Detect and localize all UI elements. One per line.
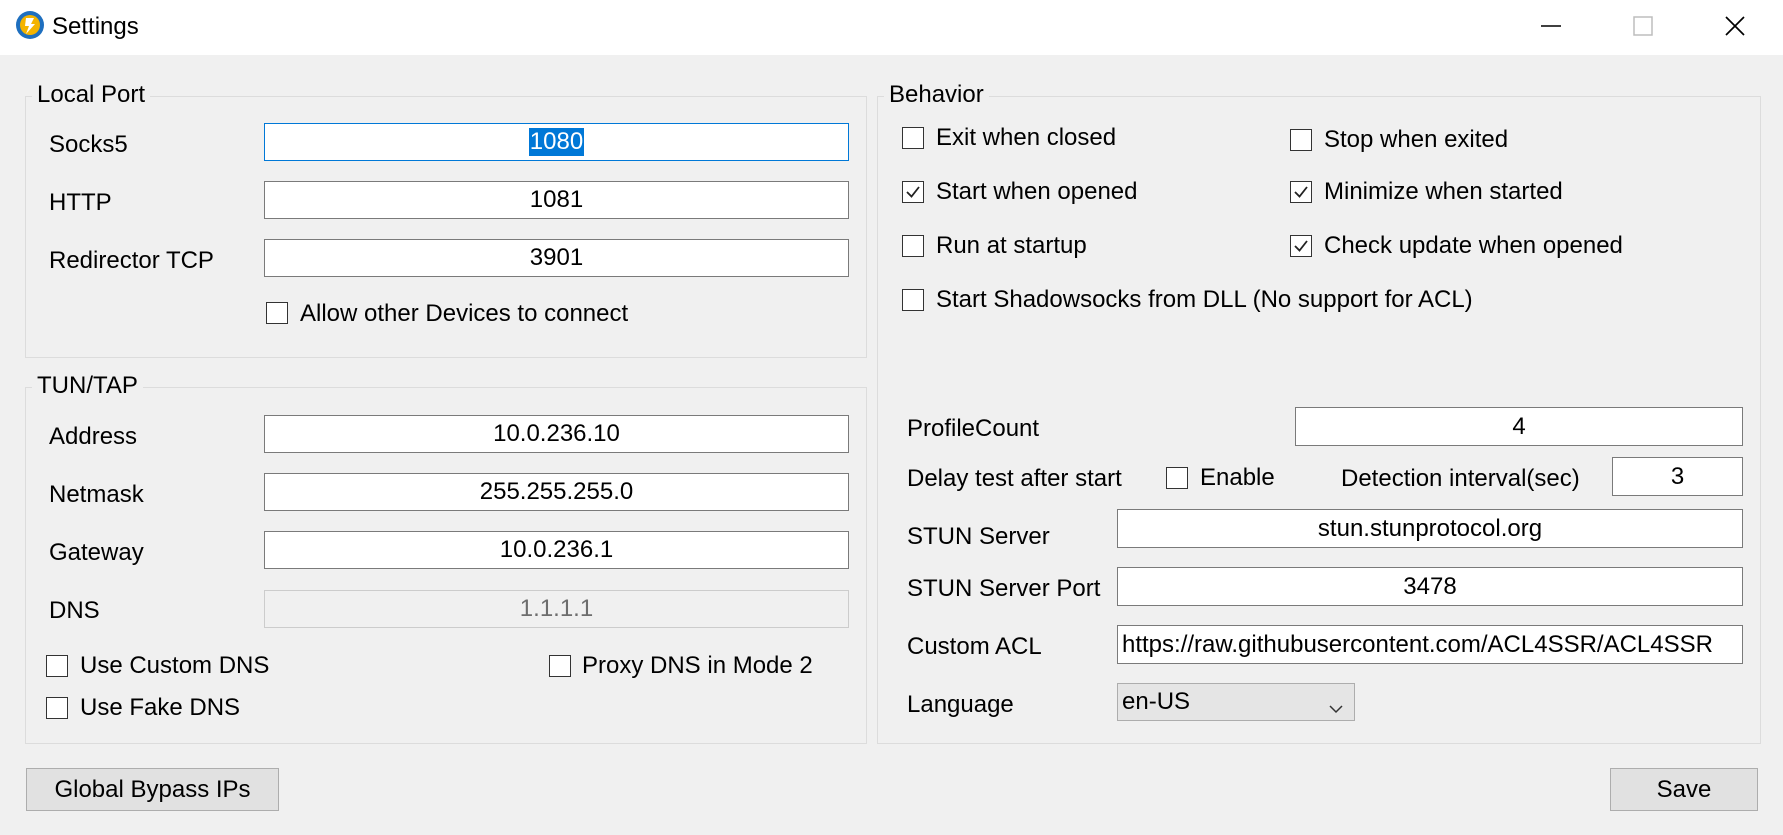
- language-select[interactable]: en-US: [1117, 683, 1355, 721]
- allow-devices-label: Allow other Devices to connect: [300, 300, 629, 327]
- run-at-startup-checkbox[interactable]: [902, 235, 924, 257]
- stun-server-input[interactable]: stun.stunprotocol.org: [1117, 509, 1743, 548]
- stop-when-exited-label: Stop when exited: [1324, 126, 1509, 153]
- redirector-tcp-input[interactable]: 3901: [264, 239, 849, 277]
- minimize-button[interactable]: [1505, 0, 1597, 52]
- check-update-label: Check update when opened: [1324, 232, 1623, 259]
- maximize-icon: [1633, 16, 1653, 36]
- minimize-when-started-checkbox[interactable]: [1290, 181, 1312, 203]
- netmask-label: Netmask: [49, 481, 144, 508]
- socks5-input[interactable]: 1080: [264, 123, 849, 161]
- delay-test-enable-label: Enable: [1200, 464, 1275, 491]
- gateway-input[interactable]: 10.0.236.1: [264, 531, 849, 569]
- global-bypass-ips-button[interactable]: Global Bypass IPs: [26, 768, 279, 811]
- use-fake-dns-checkbox[interactable]: [46, 697, 68, 719]
- detection-interval-input[interactable]: 3: [1612, 457, 1743, 496]
- delay-test-label: Delay test after start: [907, 465, 1122, 492]
- save-button[interactable]: Save: [1610, 768, 1758, 811]
- use-fake-dns-label: Use Fake DNS: [80, 694, 241, 721]
- redirector-tcp-label: Redirector TCP: [49, 247, 214, 274]
- address-input[interactable]: 10.0.236.10: [264, 415, 849, 453]
- behavior-legend: Behavior: [884, 80, 989, 110]
- run-at-startup-label: Run at startup: [936, 232, 1087, 259]
- start-from-dll-label: Start Shadowsocks from DLL (No support f…: [936, 286, 1473, 313]
- chevron-down-icon: [1328, 695, 1344, 723]
- local-port-legend: Local Port: [32, 80, 151, 110]
- profile-count-input[interactable]: 4: [1295, 407, 1743, 446]
- netmask-input[interactable]: 255.255.255.0: [264, 473, 849, 511]
- checkmark-icon: [1294, 240, 1308, 252]
- http-label: HTTP: [49, 189, 112, 216]
- exit-when-closed-checkbox[interactable]: [902, 127, 924, 149]
- checkmark-icon: [906, 186, 920, 198]
- check-update-checkbox[interactable]: [1290, 235, 1312, 257]
- start-when-opened-label: Start when opened: [936, 178, 1138, 205]
- stun-server-port-input[interactable]: 3478: [1117, 567, 1743, 606]
- minimize-icon: [1541, 25, 1561, 27]
- tun-tap-legend: TUN/TAP: [32, 371, 143, 401]
- language-label: Language: [907, 691, 1014, 718]
- custom-acl-label: Custom ACL: [907, 633, 1042, 660]
- use-custom-dns-label: Use Custom DNS: [80, 652, 270, 679]
- window-title: Settings: [52, 13, 139, 40]
- stop-when-exited-checkbox[interactable]: [1290, 129, 1312, 151]
- gateway-label: Gateway: [49, 539, 144, 566]
- stun-server-label: STUN Server: [907, 523, 1050, 550]
- maximize-button[interactable]: [1597, 0, 1689, 52]
- minimize-when-started-label: Minimize when started: [1324, 178, 1563, 205]
- detection-interval-label: Detection interval(sec): [1341, 465, 1580, 492]
- delay-test-enable-checkbox[interactable]: [1166, 467, 1188, 489]
- dns-label: DNS: [49, 597, 100, 624]
- proxy-dns-mode2-checkbox[interactable]: [549, 655, 571, 677]
- exit-when-closed-label: Exit when closed: [936, 124, 1117, 151]
- checkmark-icon: [1294, 186, 1308, 198]
- language-select-value: en-US: [1122, 688, 1191, 715]
- stun-server-port-label: STUN Server Port: [907, 575, 1101, 602]
- start-from-dll-checkbox[interactable]: [902, 289, 924, 311]
- proxy-dns-mode2-label: Proxy DNS in Mode 2: [582, 652, 813, 679]
- address-label: Address: [49, 423, 138, 450]
- http-input[interactable]: 1081: [264, 181, 849, 219]
- socks5-label: Socks5: [49, 131, 128, 158]
- app-globe-icon: [14, 9, 46, 41]
- allow-devices-checkbox[interactable]: [266, 302, 288, 324]
- dns-input: 1.1.1.1: [264, 590, 849, 628]
- start-when-opened-checkbox[interactable]: [902, 181, 924, 203]
- profile-count-label: ProfileCount: [907, 415, 1040, 442]
- custom-acl-input[interactable]: https://raw.githubusercontent.com/ACL4SS…: [1117, 625, 1743, 664]
- close-button[interactable]: [1689, 0, 1781, 52]
- use-custom-dns-checkbox[interactable]: [46, 655, 68, 677]
- title-bar: Settings: [0, 0, 1783, 55]
- close-icon: [1725, 16, 1745, 36]
